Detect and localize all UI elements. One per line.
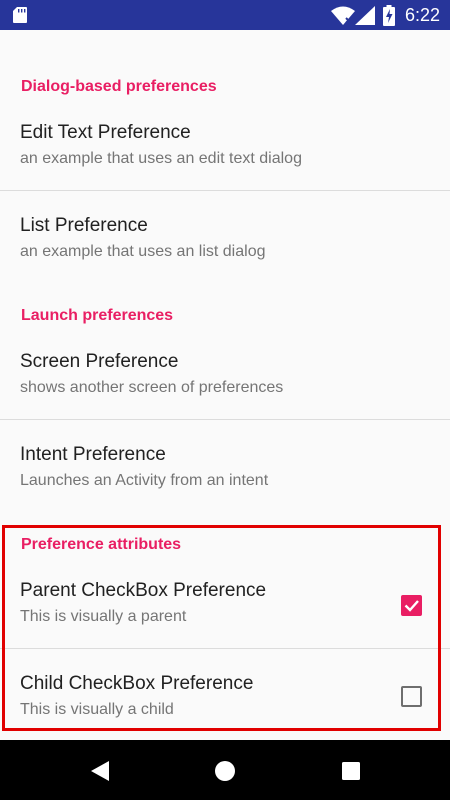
wifi-icon — [331, 6, 355, 25]
pref-summary: This is visually a child — [20, 701, 174, 718]
parent-checkbox[interactable] — [401, 595, 422, 616]
pref-summary: an example that uses an edit text dialog — [20, 150, 302, 167]
screen-preference[interactable]: Screen Preference shows another screen o… — [0, 350, 450, 418]
category-attributes: Preference attributes — [21, 536, 182, 553]
parent-checkbox-preference[interactable]: Parent CheckBox Preference This is visua… — [0, 579, 450, 649]
pref-summary: shows another screen of preferences — [20, 379, 284, 396]
divider — [0, 190, 450, 191]
sd-card-icon — [13, 7, 27, 23]
intent-preference[interactable]: Intent Preference Launches an Activity f… — [0, 443, 450, 511]
preferences-list[interactable]: Dialog-based preferences Edit Text Prefe… — [0, 30, 450, 740]
pref-title: Parent CheckBox Preference — [20, 580, 267, 601]
battery-charging-icon — [383, 5, 395, 26]
pref-title: Intent Preference — [20, 444, 166, 465]
pref-summary: Launches an Activity from an intent — [20, 472, 269, 489]
status-bar-time: 6:22 — [405, 5, 441, 25]
navigation-bar — [0, 740, 450, 800]
status-bar: 6:22 — [0, 0, 450, 30]
home-icon[interactable] — [214, 760, 236, 782]
cell-signal-icon — [355, 6, 375, 25]
child-checkbox[interactable] — [401, 686, 422, 707]
category-dialog-based: Dialog-based preferences — [21, 78, 217, 95]
back-icon[interactable] — [89, 760, 111, 782]
child-checkbox-preference[interactable]: Child CheckBox Preference This is visual… — [0, 672, 450, 742]
divider — [0, 419, 450, 420]
pref-title: Child CheckBox Preference — [20, 673, 254, 694]
list-preference[interactable]: List Preference an example that uses an … — [0, 214, 450, 282]
divider — [0, 648, 450, 649]
pref-title: List Preference — [20, 215, 148, 236]
pref-title: Screen Preference — [20, 351, 179, 372]
edit-text-preference[interactable]: Edit Text Preference an example that use… — [0, 121, 450, 189]
pref-summary: This is visually a parent — [20, 608, 187, 625]
checkmark-icon — [404, 600, 419, 612]
recents-icon[interactable] — [340, 760, 362, 782]
category-launch: Launch preferences — [21, 307, 174, 324]
pref-title: Edit Text Preference — [20, 122, 191, 143]
pref-summary: an example that uses an list dialog — [20, 243, 266, 260]
